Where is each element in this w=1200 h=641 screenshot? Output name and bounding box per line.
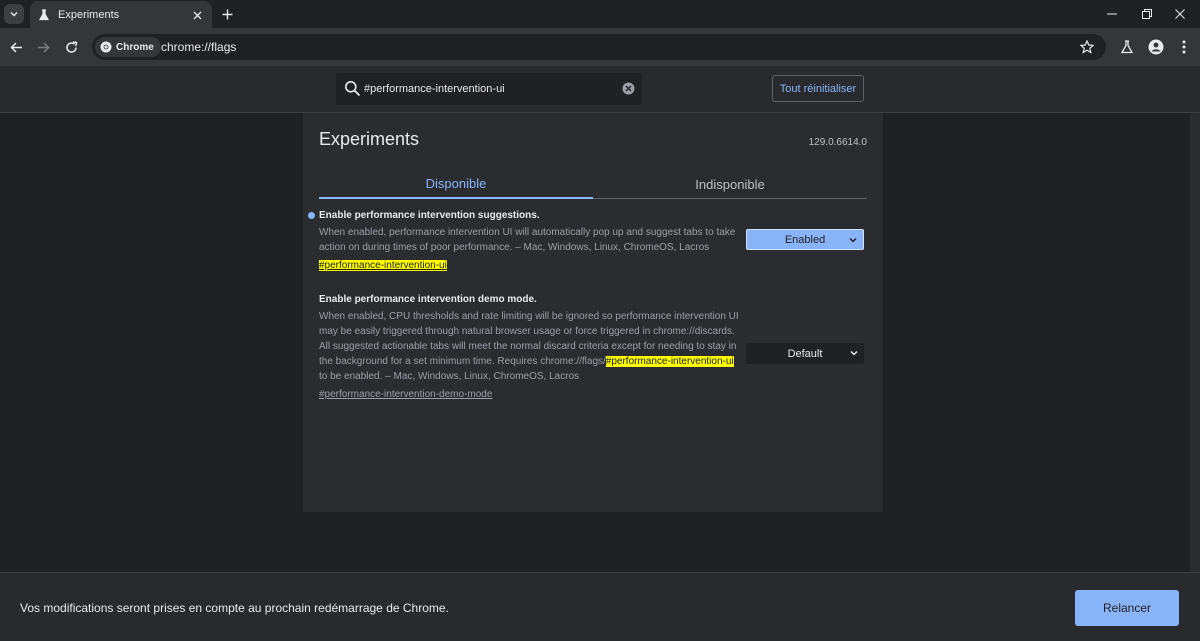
relaunch-bar: Vos modifications seront prises en compt…: [0, 572, 1200, 641]
site-info-chip[interactable]: Chrome: [95, 37, 161, 57]
tab-title: Experiments: [58, 9, 120, 21]
reload-icon: [65, 40, 77, 53]
reload-button[interactable]: [61, 37, 81, 57]
description-highlight: #performance-intervention-ui: [605, 356, 734, 367]
chevron-down-icon: [10, 12, 18, 17]
menu-button[interactable]: [1174, 37, 1194, 57]
flag-state-select[interactable]: Enabled: [746, 229, 864, 250]
tab-strip: Experiments: [0, 0, 1200, 29]
flask-icon: [38, 9, 50, 21]
chevron-down-icon: [850, 350, 858, 356]
restore-icon: [1142, 9, 1152, 19]
chrome-logo-icon: [100, 41, 112, 53]
flag-entry-performance-intervention-ui: Enable performance intervention suggesti…: [308, 210, 867, 273]
flags-search-input[interactable]: [364, 73, 614, 105]
bookmark-star-icon[interactable]: [1078, 38, 1096, 56]
flag-permalink[interactable]: #performance-intervention-demo-mode: [319, 389, 492, 400]
forward-button[interactable]: [33, 37, 53, 57]
url-text: chrome://flags: [161, 40, 237, 54]
page-scrollbar[interactable]: [1190, 113, 1200, 572]
chip-label: Chrome: [116, 41, 154, 53]
flags-search-box: [336, 73, 642, 105]
tab-disponible[interactable]: Disponible: [319, 169, 593, 199]
close-window-button[interactable]: [1160, 0, 1200, 28]
flag-description: When enabled, performance intervention U…: [319, 227, 736, 253]
arrow-left-icon: [9, 41, 22, 53]
flag-state-select[interactable]: Default: [746, 343, 864, 364]
flag-description: When enabled, CPU thresholds and rate li…: [319, 309, 739, 384]
flag-permalink[interactable]: #performance-intervention-ui: [319, 260, 447, 271]
description-text-end: to be enabled. – Mac, Windows, Linux, Ch…: [319, 371, 580, 382]
relaunch-button[interactable]: Relancer: [1075, 590, 1179, 626]
avatar-icon: [1148, 39, 1164, 55]
labs-button[interactable]: [1117, 37, 1137, 57]
restart-message: Vos modifications seront prises en compt…: [20, 601, 449, 615]
arrow-right-icon: [37, 41, 50, 53]
browser-tab-experiments[interactable]: Experiments: [30, 1, 212, 29]
profile-button[interactable]: [1146, 37, 1166, 57]
select-value: Enabled: [784, 233, 826, 246]
flag-entry-performance-intervention-demo-mode: Enable performance intervention demo mod…: [319, 294, 867, 402]
flag-name: Enable performance intervention demo mod…: [319, 294, 537, 305]
browser-toolbar: Chrome chrome://flags: [0, 28, 1200, 66]
close-tab-icon[interactable]: [190, 8, 204, 22]
select-value: Default: [787, 347, 823, 360]
chevron-down-icon: [849, 237, 857, 243]
back-button[interactable]: [6, 37, 26, 57]
modified-indicator-dot: [308, 212, 315, 219]
flags-tabs: Disponible Indisponible: [319, 169, 867, 199]
reset-all-button[interactable]: Tout réinitialiser: [772, 75, 864, 102]
new-tab-button[interactable]: [219, 6, 235, 22]
address-bar[interactable]: Chrome chrome://flags: [92, 34, 1106, 60]
clear-search-icon[interactable]: [622, 82, 635, 95]
minimize-icon: [1107, 13, 1117, 15]
flags-header: Tout réinitialiser: [0, 66, 1200, 113]
plus-icon: [222, 9, 232, 19]
tab-search-button[interactable]: [4, 4, 24, 24]
version-label: 129.0.6614.0: [808, 137, 867, 148]
flask-icon: [1120, 40, 1134, 54]
flag-name: Enable performance intervention suggesti…: [319, 210, 540, 221]
minimize-button[interactable]: [1092, 0, 1132, 28]
kebab-menu-icon: [1182, 40, 1186, 54]
search-icon: [345, 81, 361, 97]
page-title: Experiments: [319, 129, 420, 149]
experiments-panel: Experiments 129.0.6614.0 Disponible Indi…: [303, 113, 883, 512]
close-icon: [1175, 9, 1185, 19]
tab-indisponible[interactable]: Indisponible: [593, 169, 867, 199]
